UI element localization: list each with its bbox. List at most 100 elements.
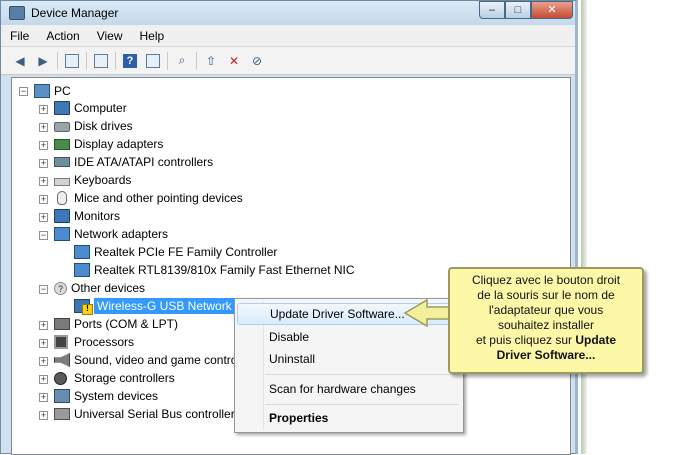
computer-icon — [54, 101, 70, 115]
tree-root-pc[interactable]: PC — [34, 82, 71, 100]
tree-item-keyboards[interactable]: Keyboards — [54, 171, 131, 189]
tree-item-display-adapters[interactable]: Display adapters — [54, 135, 163, 153]
tree-item-label: Processors — [74, 335, 135, 349]
menu-action[interactable]: Action — [37, 29, 87, 43]
expand-toggle[interactable]: + — [39, 213, 48, 222]
tree-item-label: Disk drives — [74, 119, 133, 133]
tree-item-realtek-rtl8139[interactable]: Realtek RTL8139/810x Family Fast Etherne… — [74, 261, 355, 279]
toolbar: ◀ ▶ ? ⌕ ⇧ ✕ ⊘ — [1, 47, 575, 75]
tree-item-computer[interactable]: Computer — [54, 99, 127, 117]
expand-toggle[interactable]: + — [39, 159, 48, 168]
tree-item-realtek-pcie[interactable]: Realtek PCIe FE Family Controller — [74, 243, 277, 261]
properties-icon[interactable] — [92, 52, 110, 70]
menu-uninstall[interactable]: Uninstall — [237, 348, 461, 370]
tree-item-mice[interactable]: Mice and other pointing devices — [54, 189, 243, 207]
expand-toggle[interactable]: + — [39, 339, 48, 348]
display-icon — [54, 138, 70, 150]
callout-arrow-icon — [403, 298, 453, 328]
tree-item-processors[interactable]: Processors — [54, 333, 134, 351]
tree-item-system[interactable]: System devices — [54, 387, 158, 405]
tree-item-label: Ports (COM & LPT) — [74, 317, 179, 331]
tree-item-label: Universal Serial Bus controllers — [74, 407, 241, 421]
help-icon[interactable]: ? — [121, 52, 139, 70]
tree-item-sound[interactable]: Sound, video and game controllers — [54, 351, 259, 369]
menu-bar: File Action View Help — [1, 25, 575, 47]
expand-toggle[interactable]: + — [39, 177, 48, 186]
tree-item-disk-drives[interactable]: Disk drives — [54, 117, 133, 135]
tree-item-other-devices[interactable]: ? Other devices — [54, 279, 145, 297]
menu-help[interactable]: Help — [131, 29, 173, 43]
expand-toggle[interactable]: + — [39, 393, 48, 402]
expand-toggle[interactable]: + — [39, 195, 48, 204]
expand-toggle[interactable]: + — [39, 123, 48, 132]
usb-icon — [54, 408, 70, 420]
tree-item-label: Sound, video and game controllers — [74, 353, 260, 367]
network-icon — [74, 263, 90, 277]
toolbar-separator — [115, 51, 116, 70]
title-bar[interactable]: Device Manager – □ ✕ — [1, 1, 575, 25]
tree-item-label: Display adapters — [74, 137, 164, 151]
menu-scan-hardware[interactable]: Scan for hardware changes — [237, 378, 461, 400]
expand-toggle[interactable]: + — [39, 105, 48, 114]
uninstall-icon[interactable]: ✕ — [225, 52, 243, 70]
computer-root-icon — [34, 84, 50, 98]
expand-toggle[interactable]: + — [39, 321, 48, 330]
back-icon[interactable]: ◀ — [11, 52, 29, 70]
collapse-toggle[interactable]: − — [19, 87, 28, 96]
tree-item-usb[interactable]: Universal Serial Bus controllers — [54, 405, 241, 423]
tree-item-monitors[interactable]: Monitors — [54, 207, 120, 225]
tree-item-label: Mice and other pointing devices — [74, 191, 243, 205]
tree-item-label: Network adapters — [74, 227, 169, 241]
view-icon[interactable] — [144, 52, 162, 70]
scan-hardware-icon[interactable]: ⌕ — [173, 52, 191, 70]
callout-bold-line: Driver Software... — [496, 348, 596, 362]
window-controls: – □ ✕ — [479, 1, 573, 19]
close-button[interactable]: ✕ — [531, 1, 573, 19]
context-menu-separator — [265, 404, 459, 405]
minimize-button[interactable]: – — [479, 1, 505, 19]
toolbar-separator — [196, 51, 197, 70]
menu-file[interactable]: File — [1, 29, 37, 43]
processor-icon — [54, 335, 68, 349]
tree-item-label: Other devices — [71, 281, 146, 295]
callout-line: Cliquez avec le bouton droit — [471, 273, 621, 287]
instruction-callout: Cliquez avec le bouton droit de la souri… — [448, 267, 644, 374]
tree-item-label: System devices — [74, 389, 159, 403]
callout-line: et puis cliquez sur Update — [456, 333, 636, 348]
tree-item-label: IDE ATA/ATAPI controllers — [74, 155, 214, 169]
tree-item-label: Keyboards — [74, 173, 132, 187]
storage-icon — [54, 371, 67, 385]
warning-device-icon — [74, 299, 93, 315]
callout-line: souhaitez installer — [497, 318, 595, 332]
expand-toggle[interactable]: + — [39, 411, 48, 420]
port-icon — [54, 318, 70, 330]
device-manager-icon — [9, 6, 25, 20]
expand-toggle[interactable]: + — [39, 357, 48, 366]
expand-toggle[interactable]: + — [39, 141, 48, 150]
collapse-toggle[interactable]: − — [39, 231, 48, 240]
expand-toggle[interactable]: + — [39, 375, 48, 384]
menu-disable[interactable]: Disable — [237, 326, 461, 348]
tree-item-label: Realtek RTL8139/810x Family Fast Etherne… — [94, 263, 355, 277]
tree-item-label: Realtek PCIe FE Family Controller — [94, 245, 278, 259]
disable-icon[interactable]: ⊘ — [248, 52, 266, 70]
tree-item-ports[interactable]: Ports (COM & LPT) — [54, 315, 178, 333]
callout-line: l'adaptateur que vous — [488, 303, 604, 317]
system-icon — [54, 389, 70, 403]
network-icon — [54, 227, 70, 241]
keyboard-icon — [54, 177, 70, 186]
update-driver-icon[interactable]: ⇧ — [202, 52, 220, 70]
menu-properties[interactable]: Properties — [237, 407, 461, 429]
collapse-toggle[interactable]: − — [39, 285, 48, 294]
show-hide-tree-icon[interactable] — [63, 52, 81, 70]
network-icon — [74, 245, 90, 259]
maximize-button[interactable]: □ — [505, 1, 531, 19]
menu-view[interactable]: View — [88, 29, 131, 43]
forward-icon[interactable]: ▶ — [34, 52, 52, 70]
tree-item-label: Computer — [74, 101, 127, 115]
other-devices-icon: ? — [54, 281, 67, 295]
tree-item-ide-controllers[interactable]: IDE ATA/ATAPI controllers — [54, 153, 213, 171]
tree-item-storage[interactable]: Storage controllers — [54, 369, 175, 387]
toolbar-separator — [57, 51, 58, 70]
tree-item-network-adapters[interactable]: Network adapters — [54, 225, 168, 243]
